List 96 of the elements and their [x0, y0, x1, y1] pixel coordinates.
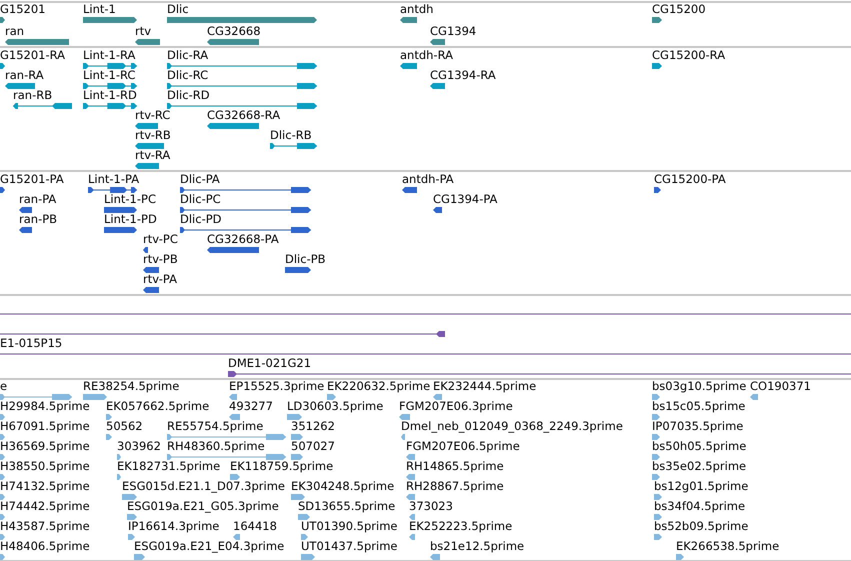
feature-label: H74442.5prime	[0, 500, 90, 513]
feature-label: CG15200-RA	[652, 49, 726, 62]
feature-label: 303962	[117, 440, 161, 453]
feature-label: bs03g10.5prime	[652, 380, 746, 393]
feature-label: bs15c05.5prime	[652, 400, 746, 413]
feature-label: Lint-1-RD	[83, 89, 137, 102]
feature-label: EK266538.5prime	[676, 540, 780, 553]
feature-label: Lint-1-PD	[104, 213, 157, 226]
feature-label: Dlic-PD	[180, 213, 222, 226]
feature-label: ESG019a.E21_G05.3prime	[127, 500, 279, 513]
feature-label: E1-015P15	[0, 337, 62, 350]
feature-label: rtv-RB	[135, 129, 171, 142]
feature-label: EK232444.5prime	[433, 380, 536, 393]
feature-label: Dlic-RB	[270, 129, 312, 142]
feature-label: 493277	[229, 400, 273, 413]
feature-label: Dlic-PA	[180, 173, 220, 186]
feature-label: ran-PB	[19, 213, 58, 226]
feature-label: EK252223.5prime	[409, 520, 512, 533]
feature-label: rtv-PB	[143, 253, 178, 266]
feature-label: H48406.5prime	[0, 540, 90, 553]
feature-label: ran-RB	[13, 89, 52, 102]
feature-label: H74132.5prime	[0, 480, 90, 493]
feature-label: ran	[5, 25, 24, 38]
feature-label: H36569.5prime	[0, 440, 90, 453]
feature-label: Dmel_neb_012049_0368_2249.3prime	[401, 420, 623, 433]
feature-label: G15201-RA	[0, 49, 66, 62]
feature-label: RH28867.5prime	[406, 480, 504, 493]
feature-label: CO190371	[750, 380, 811, 393]
feature-label: EK304248.5prime	[291, 480, 394, 493]
feature-label: DME1-021G21	[228, 357, 312, 370]
feature-label: H29984.5prime	[0, 400, 90, 413]
feature-label: Dlic-RD	[167, 89, 210, 102]
feature-label: CG15200-PA	[654, 173, 726, 186]
feature-label: H43587.5prime	[0, 520, 90, 533]
feature-label: 164418	[233, 520, 277, 533]
feature-label: rtv-RA	[135, 149, 170, 162]
feature-label: antdh-RA	[400, 49, 453, 62]
feature-label: LD30603.5prime	[287, 400, 384, 413]
feature-label: UT01437.5prime	[301, 540, 398, 553]
feature-label: H38550.5prime	[0, 460, 90, 473]
feature-label: IP16614.3prime	[128, 520, 220, 533]
feature-label: UT01390.5prime	[301, 520, 398, 533]
feature-label: e	[0, 380, 8, 393]
feature-label: Dlic-PB	[285, 253, 326, 266]
feature-label: Lint-1-RC	[83, 69, 136, 82]
feature-label: Lint-1-PA	[88, 173, 140, 186]
feature-label: FGM207E06.3prime	[399, 400, 513, 413]
feature-label: RH14865.5prime	[406, 460, 504, 473]
feature-label: EP15525.3prime	[229, 380, 324, 393]
feature-label: SD13655.5prime	[298, 500, 396, 513]
feature-label: CG1394-RA	[430, 69, 496, 82]
feature-label: H67091.5prime	[0, 420, 90, 433]
feature-label: ran-RA	[5, 69, 44, 82]
feature-label: Dlic-RA	[167, 49, 208, 62]
feature-label: ran-PA	[19, 193, 56, 206]
feature-label: CG32668-PA	[207, 233, 279, 246]
feature-label: CG1394-PA	[433, 193, 498, 206]
feature-label: ESG015d.E21.1_D07.3prime	[122, 480, 285, 493]
feature-label: EK118759.5prime	[230, 460, 334, 473]
feature-label: antdh-PA	[402, 173, 454, 186]
feature-label: rtv-RC	[135, 109, 170, 122]
feature-label: 50562	[106, 420, 143, 433]
feature-label: rtv-PC	[143, 233, 178, 246]
feature-label: Lint-1-PC	[104, 193, 156, 206]
feature-label: bs52b09.5prime	[654, 520, 748, 533]
feature-label: RE38254.5prime	[83, 380, 180, 393]
feature-label: Dlic-RC	[167, 69, 208, 82]
feature-label: bs12g01.5prime	[654, 480, 748, 493]
feature-label: 351262	[291, 420, 335, 433]
feature-label: 507027	[291, 440, 335, 453]
feature-label: rtv-PA	[143, 273, 177, 286]
feature-label: EK182731.5prime	[117, 460, 220, 473]
feature-label: rtv	[135, 25, 152, 38]
feature-label: ESG019a.E21_E04.3prime	[134, 540, 284, 553]
feature-label: Dlic	[167, 3, 189, 16]
feature-label: CG32668-RA	[207, 109, 280, 122]
feature-label: antdh	[400, 3, 434, 16]
feature-label: bs35e02.5prime	[652, 460, 746, 473]
feature-label: Dlic-PC	[180, 193, 221, 206]
feature-label: IP07035.5prime	[652, 420, 744, 433]
feature-label: G15201	[0, 3, 46, 16]
feature-label: Lint-1	[83, 3, 116, 16]
feature-label: FGM207E06.5prime	[406, 440, 520, 453]
feature-label: RE55754.5prime	[167, 420, 264, 433]
feature-label: CG1394	[430, 25, 476, 38]
feature-label: Lint-1-RA	[83, 49, 136, 62]
feature-label: bs21e12.5prime	[430, 540, 524, 553]
feature-label: G15201-PA	[0, 173, 64, 186]
feature-label: bs34f04.5prime	[654, 500, 746, 513]
feature-label: RH48360.5prime	[167, 440, 265, 453]
feature-label: CG32668	[207, 25, 261, 38]
feature-label: CG15200	[652, 3, 706, 16]
feature-label: bs50h05.5prime	[652, 440, 746, 453]
feature-label: 373023	[409, 500, 453, 513]
feature-label: EK057662.5prime	[106, 400, 210, 413]
feature-label: EK220632.5prime	[327, 380, 430, 393]
